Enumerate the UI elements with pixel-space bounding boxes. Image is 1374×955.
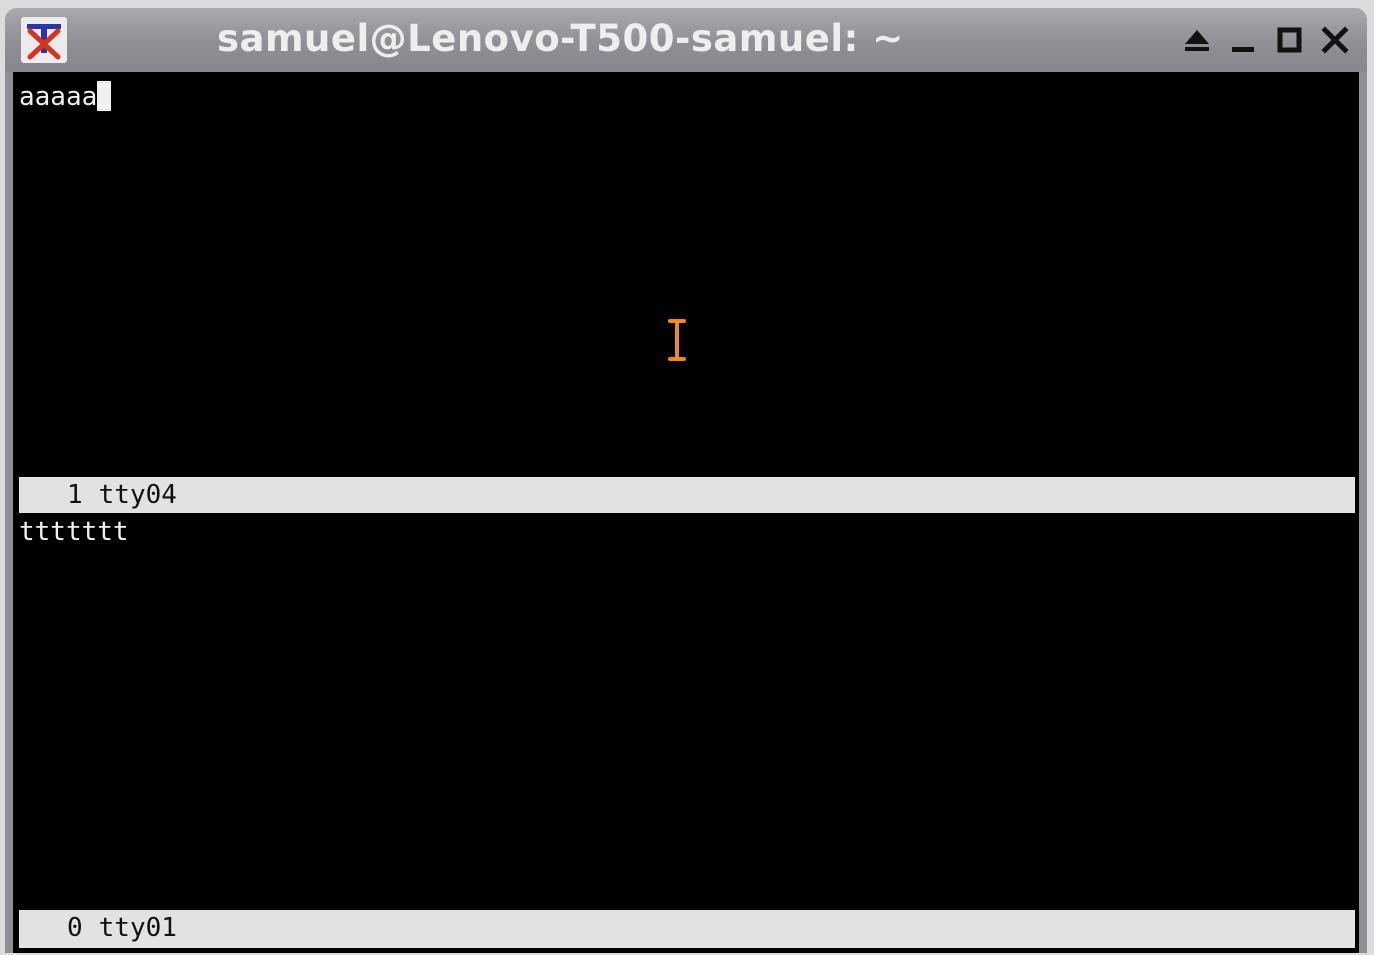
maximize-icon[interactable] <box>1271 22 1307 58</box>
text-cursor <box>97 81 112 111</box>
terminal-window: samuel@Lenovo-T500-samuel: ~ aaaaa 1 tty… <box>5 8 1367 953</box>
bottom-pane-status-name: tty01 <box>98 913 177 943</box>
top-pane-text: aaaaa <box>19 82 98 112</box>
bottom-pane-content[interactable]: ttttttt <box>19 515 129 549</box>
bottom-pane-statusbar[interactable]: 0 tty01 <box>19 910 1355 948</box>
bottom-pane-text: ttttttt <box>19 517 129 547</box>
top-pane-status-name: tty04 <box>98 480 177 510</box>
bottom-pane-status-number: 0 <box>67 913 83 943</box>
terminal-area[interactable]: aaaaa 1 tty04 ttttttt 0 tty01 <box>13 72 1359 953</box>
top-pane-statusbar[interactable]: 1 tty04 <box>19 477 1355 513</box>
ibeam-mouse-cursor-icon <box>667 318 687 362</box>
xterm-app-icon[interactable] <box>21 17 67 63</box>
title-bar[interactable]: samuel@Lenovo-T500-samuel: ~ <box>5 8 1367 72</box>
window-title: samuel@Lenovo-T500-samuel: ~ <box>217 17 904 60</box>
top-pane-status-number: 1 <box>67 480 83 510</box>
top-pane-content[interactable]: aaaaa <box>19 80 112 114</box>
window-controls <box>1179 22 1353 58</box>
close-icon[interactable] <box>1317 22 1353 58</box>
shade-icon[interactable] <box>1179 22 1215 58</box>
minimize-icon[interactable] <box>1225 22 1261 58</box>
